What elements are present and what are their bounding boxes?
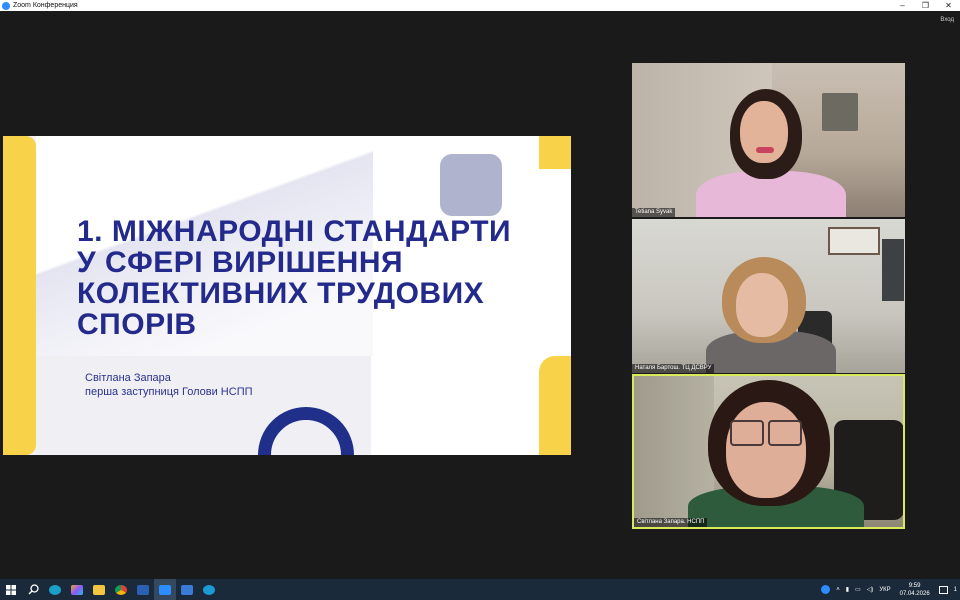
slide-title-line: У СФЕРІ ВИРІШЕННЯ [77,246,404,279]
chrome-icon[interactable] [110,579,132,600]
participant-tile[interactable]: Tetiana Syvak [632,63,905,217]
microphone-icon[interactable]: ▮ [846,586,849,593]
participant-name: Світлана Запара. НСПП [634,518,708,527]
volume-icon[interactable]: ◁) [867,586,874,593]
help-icon[interactable] [821,585,831,594]
participant-video [634,376,903,527]
zoom-icon[interactable] [154,579,176,600]
window-title-bar: Zoom Конференция – ❐ ✕ [0,0,960,11]
close-button[interactable]: ✕ [937,0,960,11]
participant-name: Наталя Бартош. ТЦ ДСВРУ [632,364,715,373]
restore-button[interactable]: ❐ [914,0,937,11]
file-explorer-icon[interactable] [88,579,110,600]
slide-title-line: 1. МІЖНАРОДНІ СТАНДАРТИ [77,215,512,248]
slide-yellow-bar-left [3,136,36,455]
clock[interactable]: 9:59 07.04.2026 [900,582,930,598]
glasses [730,420,764,446]
notification-count: 1 [953,586,957,593]
zoom-app-icon [2,1,10,10]
chevron-up-icon[interactable]: ˄ [836,587,840,593]
participant-name: Tetiana Syvak [632,208,676,217]
app-icon[interactable] [198,579,220,600]
shared-slide: 1. МІЖНАРОДНІ СТАНДАРТИ У СФЕРІ ВИРІШЕНН… [3,136,571,455]
participant-tile[interactable]: Наталя Бартош. ТЦ ДСВРУ [632,219,905,373]
window-controls: – ❐ ✕ [891,0,960,11]
presenter-role: перша заступниця Голови НСПП [85,386,253,398]
slide-title-line: СПОРІВ [77,308,197,341]
exit-button[interactable]: Вход [940,17,954,23]
meeting-stage: Вход 1. МІЖНАРОДНІ СТАНДАРТИ У СФЕРІ ВИР… [0,11,960,579]
clock-date: 07.04.2026 [899,590,930,597]
search-icon[interactable] [22,579,44,600]
edge-icon[interactable] [44,579,66,600]
slide-yellow-block-top-right [539,136,571,169]
participant-tile-active[interactable]: Світлана Запара. НСПП [632,374,905,529]
participant-video [632,63,905,217]
slide-title: 1. МІЖНАРОДНІ СТАНДАРТИ У СФЕРІ ВИРІШЕНН… [77,216,547,340]
word-icon[interactable] [132,579,154,600]
slide-title-line: КОЛЕКТИВНИХ ТРУДОВИХ [77,277,485,310]
slide-presenter: Світлана Запара перша заступниця Голови … [85,371,253,399]
copilot-icon[interactable] [66,579,88,600]
clock-time: 9:59 [908,582,921,589]
minimize-button[interactable]: – [891,0,914,11]
window-title: Zoom Конференция [13,2,78,9]
windows-start-icon[interactable] [0,579,22,600]
slide-yellow-block-bottom-right [539,356,571,455]
presenter-name: Світлана Запара [85,372,171,384]
language-indicator[interactable]: УКР [879,587,890,593]
slide-decor-square [440,154,502,216]
notifications-icon[interactable] [938,585,948,594]
network-icon[interactable]: ▭ [855,586,861,593]
participant-video [632,219,905,373]
glasses [768,420,802,446]
taskbar: ˄ ▮ ▭ ◁) УКР 9:59 07.04.2026 1 [0,579,960,600]
system-tray: ˄ ▮ ▭ ◁) УКР 9:59 07.04.2026 1 [818,579,960,600]
snipping-tool-icon[interactable] [176,579,198,600]
